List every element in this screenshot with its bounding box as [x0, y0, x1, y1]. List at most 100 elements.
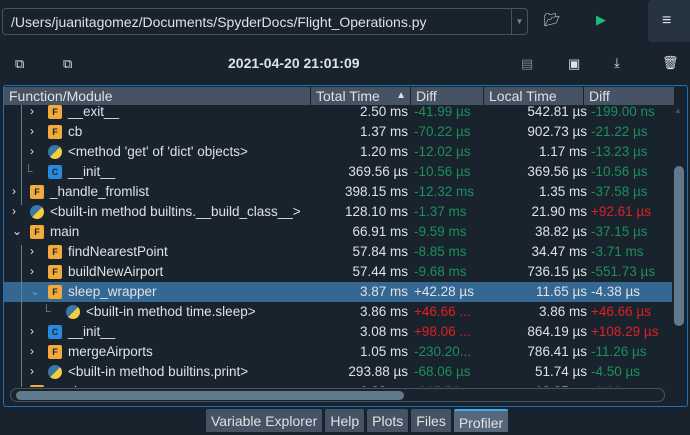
function-name: findNearestPoint [68, 244, 168, 259]
tab-files[interactable]: Files [411, 409, 451, 432]
table-row[interactable]: › FfindNearestPoint 57.84 ms -8.85 ms 34.47 … [4, 242, 672, 262]
local-diff: +46.66 µs [591, 304, 651, 319]
local-time: 51.74 µs [534, 364, 587, 379]
header-local-diff[interactable]: Diff [584, 87, 674, 105]
horizontal-scrollbar-thumb[interactable] [16, 391, 404, 400]
total-time: 1.20 ms [359, 144, 408, 159]
local-time: 864.19 µs [527, 324, 587, 339]
local-diff: -199.00 ns [591, 105, 655, 119]
total-diff: +98.06 ... [414, 324, 471, 339]
options-menu-button[interactable]: ≡ [648, 0, 690, 42]
total-diff: -9.68 ms [414, 264, 467, 279]
chevron-right-icon[interactable]: › [30, 264, 34, 278]
function-name: sleep_wrapper [68, 284, 157, 299]
local-diff: -2.32 µs [591, 384, 640, 387]
total-time: 369.56 µs [348, 164, 408, 179]
profiler-table: Function/Module Total Time ▲ Diff Local T… [3, 85, 688, 407]
sort-ascending-icon: ▲ [396, 90, 406, 101]
function-icon: F [48, 285, 62, 299]
table-row[interactable]: › <built-in method builtins.print> 293.88 … [4, 362, 672, 382]
table-row[interactable]: ⌄ Fmain 66.91 ms -9.59 ms 38.82 µs -37.15 µs [4, 222, 672, 242]
tree-guide-line [21, 245, 22, 285]
function-icon: F [48, 105, 62, 119]
collapse-all-icon[interactable]: ⧉ [15, 56, 24, 72]
file-path: /Users/juanitagomez/Documents/SpyderDocs… [11, 14, 427, 30]
total-time: 6.83 ms [360, 384, 408, 387]
chevron-right-icon[interactable]: › [12, 384, 16, 387]
chevron-right-icon[interactable]: › [30, 344, 34, 358]
dropdown-arrow-icon[interactable]: ▼ [511, 9, 527, 34]
chevron-right-icon[interactable]: › [30, 244, 34, 258]
function-name: __init__ [68, 164, 116, 179]
local-time: 786.41 µs [527, 344, 587, 359]
header-function[interactable]: Function/Module [4, 87, 311, 105]
run-icon[interactable]: ▶ [596, 12, 606, 28]
chevron-right-icon[interactable]: › [30, 124, 34, 138]
header-total-time[interactable]: Total Time ▲ [311, 87, 411, 105]
local-time: 736.15 µs [527, 264, 587, 279]
function-name: <built-in method time.sleep> [86, 304, 256, 319]
table-row[interactable]: › <built-in method builtins.__build_class… [4, 202, 672, 222]
download-icon[interactable]: ⤓ [614, 55, 620, 71]
table-row[interactable]: › FmergeAirports 1.05 ms -230.20... 786.41 µ… [4, 342, 672, 362]
file-path-combobox[interactable]: /Users/juanitagomez/Documents/SpyderDocs… [2, 8, 528, 35]
total-diff: -230.20... [414, 344, 472, 359]
tab-variable-explorer[interactable]: Variable Explorer [206, 409, 323, 432]
local-diff: -10.56 µs [591, 164, 648, 179]
header-local-time[interactable]: Local Time [484, 87, 584, 105]
chevron-right-icon[interactable]: › [30, 324, 34, 338]
save-icon[interactable]: ▣ [568, 56, 580, 72]
table-row[interactable]: › Fcb 1.37 ms -70.22 µs 902.73 µs -21.22 µs [4, 122, 672, 142]
open-folder-icon[interactable]: 📂︎ [544, 12, 561, 28]
function-name: __exit__ [68, 105, 120, 119]
table-row[interactable]: › Fread_csv 6.83 ms -365.52... 13.35 µs -2.32… [4, 382, 672, 387]
chevron-right-icon[interactable]: › [12, 184, 16, 198]
chevron-right-icon[interactable]: › [30, 105, 34, 118]
chevron-down-icon[interactable]: ⌄ [12, 224, 22, 238]
function-name: buildNewAirport [68, 264, 164, 279]
tab-profiler[interactable]: Profiler [453, 409, 509, 432]
total-diff: -41.99 µs [414, 105, 471, 119]
local-time: 13.35 µs [535, 384, 587, 387]
header-total-diff[interactable]: Diff [411, 87, 484, 105]
tree-guide-line [21, 105, 22, 205]
chevron-right-icon[interactable]: › [30, 364, 34, 378]
table-row[interactable]: ⌄ Fsleep_wrapper 3.87 ms +42.28 µs 11.65 µs -… [4, 282, 672, 302]
function-name: main [50, 224, 80, 239]
python-icon [48, 365, 62, 379]
total-diff: -70.22 µs [414, 124, 471, 139]
table-row[interactable]: › FbuildNewAirport 57.44 ms -9.68 ms 736.15 … [4, 262, 672, 282]
vertical-scrollbar-thumb[interactable] [674, 166, 684, 326]
horizontal-scrollbar[interactable] [10, 388, 665, 402]
trash-icon[interactable]: 🗑︎ [662, 55, 679, 71]
function-icon: F [30, 185, 44, 199]
local-diff: -13.23 µs [591, 144, 648, 159]
function-name: mergeAirports [68, 344, 153, 359]
table-row[interactable]: └ C __init__ 369.56 µs -10.56 µs 369.56 µs -10… [4, 162, 672, 182]
function-name: <built-in method builtins.print> [68, 364, 249, 379]
total-time: 57.44 ms [352, 264, 408, 279]
class-icon: C [48, 325, 62, 339]
tab-help[interactable]: Help [325, 409, 365, 432]
total-diff: -12.32 ms [414, 184, 475, 199]
table-row[interactable]: › F __exit__ 2.50 ms -41.99 µs 542.81 µs -199.… [4, 105, 672, 122]
total-diff: +46.66 ... [414, 304, 471, 319]
function-name: __init__ [68, 324, 116, 339]
vertical-scrollbar[interactable]: ▲ [673, 106, 685, 386]
table-row[interactable]: └ <built-in method time.sleep> 3.86 ms +46.… [4, 302, 672, 322]
python-icon [66, 305, 80, 319]
document-icon[interactable]: ▤ [521, 56, 533, 72]
table-row[interactable]: › F _handle_fromlist 398.15 ms -12.32 ms 1.35… [4, 182, 672, 202]
tab-plots[interactable]: Plots [367, 409, 409, 432]
total-diff: -9.59 ms [414, 224, 467, 239]
python-icon [30, 205, 44, 219]
chevron-down-icon[interactable]: ⌄ [30, 284, 40, 298]
tree-guide-line [21, 285, 22, 387]
function-name: <built-in method builtins.__build_class_… [50, 204, 301, 219]
expand-all-icon[interactable]: ⧉ [63, 56, 72, 72]
chevron-right-icon[interactable]: › [30, 144, 34, 158]
function-name: <method 'get' of 'dict' objects> [68, 144, 248, 159]
table-row[interactable]: › C __init__ 3.08 ms +98.06 ... 864.19 µs +108… [4, 322, 672, 342]
chevron-right-icon[interactable]: › [12, 204, 16, 218]
table-row[interactable]: › <method 'get' of 'dict' objects> 1.20 ms… [4, 142, 672, 162]
